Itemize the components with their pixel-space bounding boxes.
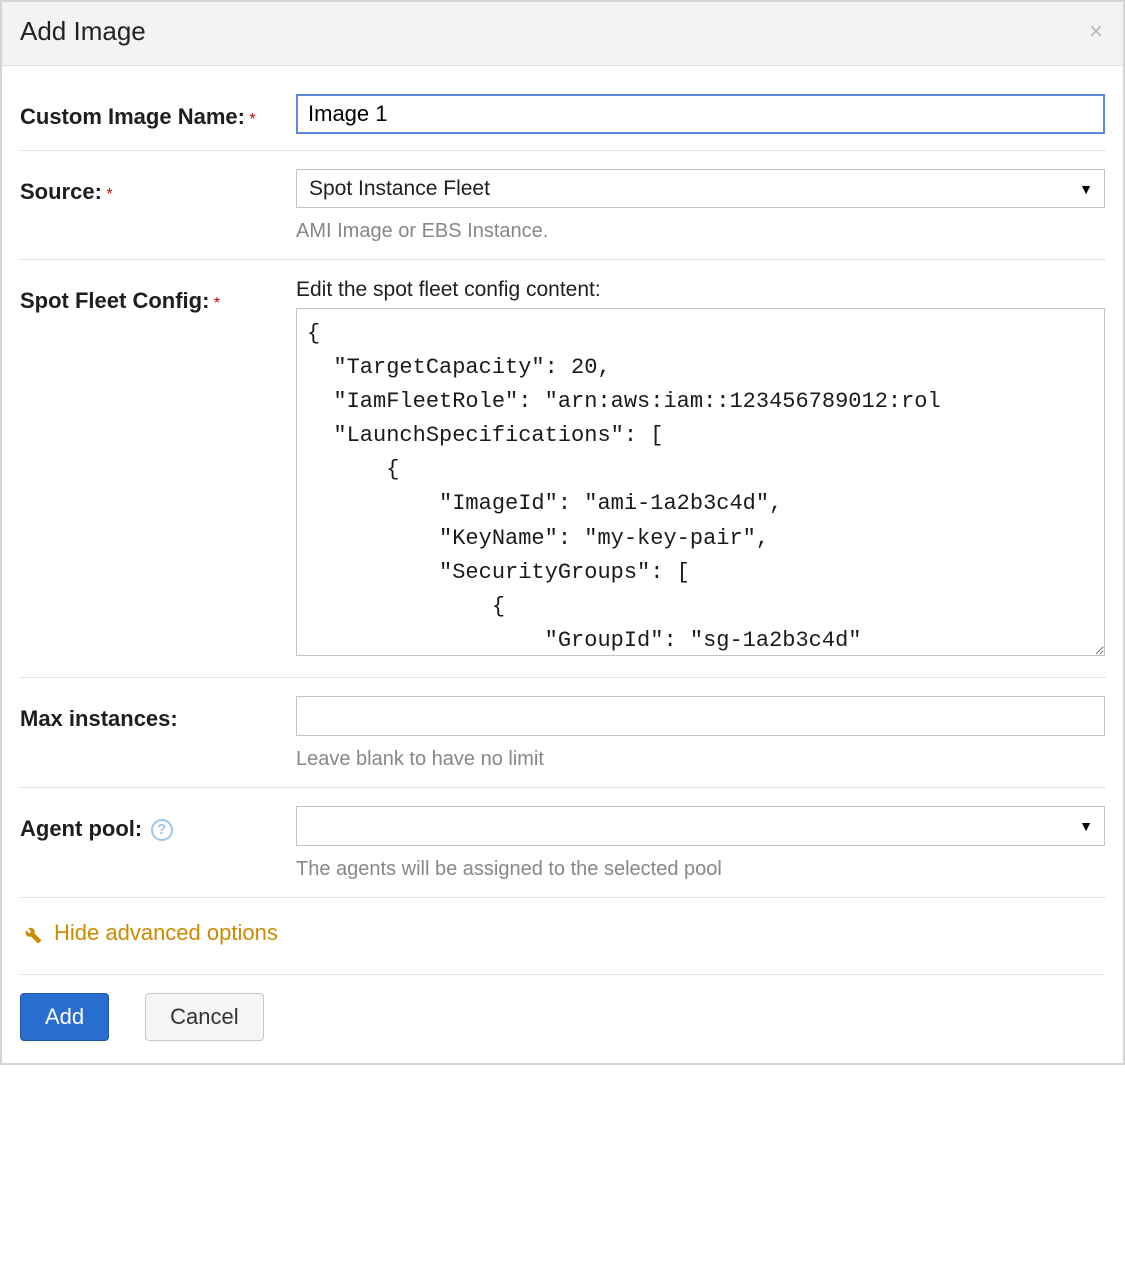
max-instances-label: Max instances: [20,706,178,731]
input-col: Leave blank to have no limit [296,696,1105,771]
dialog-body: Custom Image Name: * Source: * Spot Inst… [2,66,1123,974]
add-button[interactable]: Add [20,993,109,1041]
agent-pool-select-wrap: ▼ [296,806,1105,846]
agent-pool-select[interactable] [296,806,1105,846]
help-icon[interactable]: ? [151,819,173,841]
row-agent-pool: Agent pool: ? ▼ The agents will be assig… [20,788,1105,897]
source-select-wrap: Spot Instance Fleet ▼ [296,169,1105,208]
source-select[interactable]: Spot Instance Fleet [296,169,1105,208]
image-name-input[interactable] [296,94,1105,134]
row-max-instances: Max instances: Leave blank to have no li… [20,678,1105,788]
row-spot-fleet: Spot Fleet Config: * Edit the spot fleet… [20,260,1105,678]
cancel-button[interactable]: Cancel [145,993,263,1041]
required-marker: * [214,295,220,312]
label-col: Custom Image Name: * [20,94,296,133]
row-image-name: Custom Image Name: * [20,88,1105,151]
source-label: Source: [20,179,102,204]
agent-pool-label: Agent pool: [20,816,142,841]
input-col [296,94,1105,134]
label-col: Spot Fleet Config: * [20,278,296,317]
wrench-icon [20,922,42,944]
required-marker: * [249,111,255,128]
spot-fleet-label: Spot Fleet Config: [20,288,209,313]
label-col: Max instances: [20,696,296,735]
label-col: Agent pool: ? [20,806,296,845]
close-icon[interactable]: × [1089,20,1103,44]
hide-advanced-link[interactable]: Hide advanced options [20,920,278,946]
source-helper: AMI Image or EBS Instance. [296,220,1105,243]
spot-fleet-textarea[interactable] [296,308,1105,656]
required-marker: * [106,186,112,203]
spot-fleet-hint: Edit the spot fleet config content: [296,278,1105,302]
max-instances-input[interactable] [296,696,1105,736]
dialog-header: Add Image × [2,2,1123,66]
input-col: ▼ The agents will be assigned to the sel… [296,806,1105,881]
max-instances-helper: Leave blank to have no limit [296,748,1105,771]
dialog-footer: Add Cancel [20,974,1105,1063]
image-name-label: Custom Image Name: [20,104,245,129]
row-advanced: Hide advanced options [20,897,1105,974]
agent-pool-helper: The agents will be assigned to the selec… [296,858,1105,881]
advanced-link-text: Hide advanced options [54,920,278,946]
input-col: Edit the spot fleet config content: [296,278,1105,661]
label-col: Source: * [20,169,296,208]
row-source: Source: * Spot Instance Fleet ▼ AMI Imag… [20,151,1105,260]
input-col: Spot Instance Fleet ▼ AMI Image or EBS I… [296,169,1105,243]
dialog-title: Add Image [20,16,146,47]
